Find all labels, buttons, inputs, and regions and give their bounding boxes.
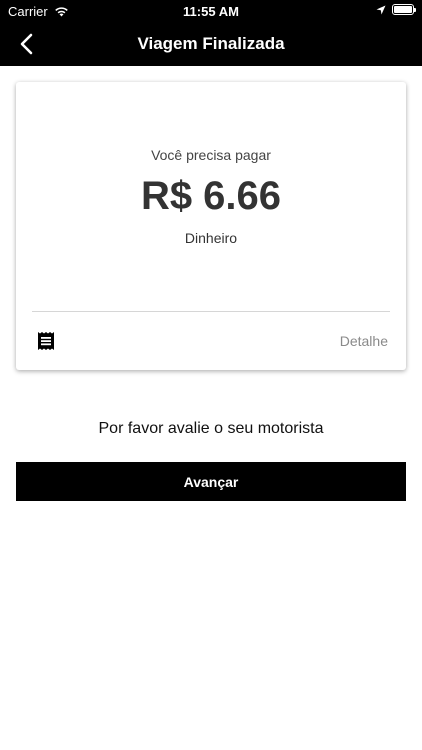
payment-card: Você precisa pagar R$ 6.66 Dinheiro Deta… [16,82,406,370]
nav-bar: Viagem Finalizada [0,22,422,66]
status-right [376,4,416,15]
payment-amount: R$ 6.66 [140,174,282,218]
status-bar: Carrier 11:55 AM [0,0,422,22]
receipt-icon[interactable] [36,331,56,351]
next-button[interactable]: Avançar [16,462,406,501]
detail-link[interactable]: Detalhe [340,333,388,349]
battery-level [394,6,412,13]
card-divider [32,311,390,312]
rate-driver-prompt: Por favor avalie o seu motorista [98,420,324,437]
payment-label: Você precisa pagar [151,147,271,163]
page-title: Viagem Finalizada [137,34,285,53]
location-arrow-icon [376,5,386,14]
battery-icon [392,4,416,15]
status-time: 11:55 AM [183,4,239,19]
payment-method: Dinheiro [184,230,238,246]
